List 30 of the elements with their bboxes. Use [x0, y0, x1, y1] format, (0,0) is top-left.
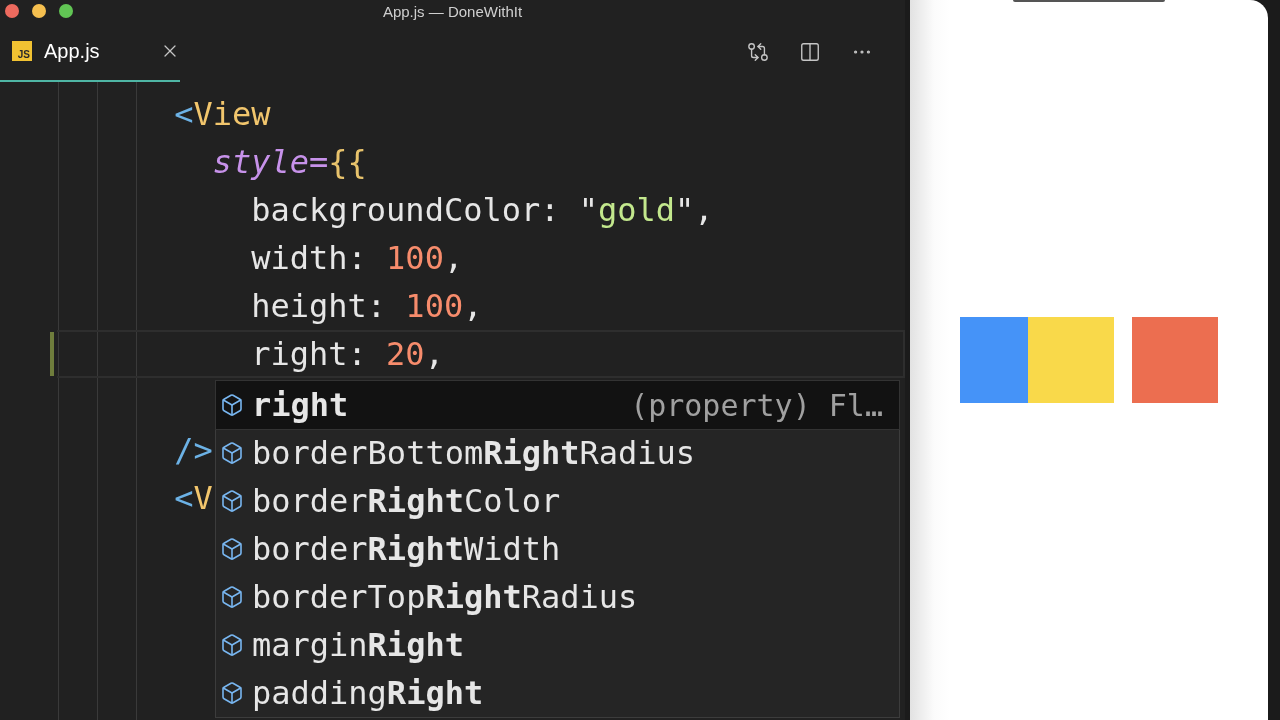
cube-icon [220, 489, 244, 513]
split-editor-icon[interactable] [799, 41, 821, 63]
suggestion-item[interactable]: borderTopRightRadius [216, 573, 899, 621]
suggestion-item[interactable]: paddingRight [216, 669, 899, 717]
cube-icon [220, 441, 244, 465]
zoom-window-button[interactable] [59, 4, 73, 18]
cube-icon [220, 585, 244, 609]
suggestion-item[interactable]: right (property) Fl… [216, 381, 899, 429]
compare-icon[interactable] [747, 41, 769, 63]
suggestion-item[interactable]: borderBottomRightRadius [216, 429, 899, 477]
code-line: <View [174, 94, 271, 135]
code-line: height: 100, [251, 286, 483, 327]
cube-icon [220, 393, 244, 417]
suggestion-item[interactable]: borderRightWidth [216, 525, 899, 573]
code-line: width: 100, [251, 238, 464, 279]
minimize-window-button[interactable] [32, 4, 46, 18]
close-window-button[interactable] [5, 4, 19, 18]
cube-icon [220, 633, 244, 657]
cube-icon [220, 681, 244, 705]
cube-icon [220, 537, 244, 561]
suggestion-item[interactable]: marginRight [216, 621, 899, 669]
code-line: backgroundColor: "gold", [251, 190, 714, 231]
window-title: App.js — DoneWithIt [382, 2, 523, 20]
suggestion-item[interactable]: borderRightColor [216, 477, 899, 525]
suggestion-detail: (property) Fl… [630, 387, 883, 423]
code-line: <V [174, 478, 213, 519]
code-line: /> [174, 430, 213, 471]
code-line: right: 20, [251, 334, 444, 375]
js-file-badge: JS [12, 41, 32, 61]
code-line: style={{ [212, 142, 367, 183]
